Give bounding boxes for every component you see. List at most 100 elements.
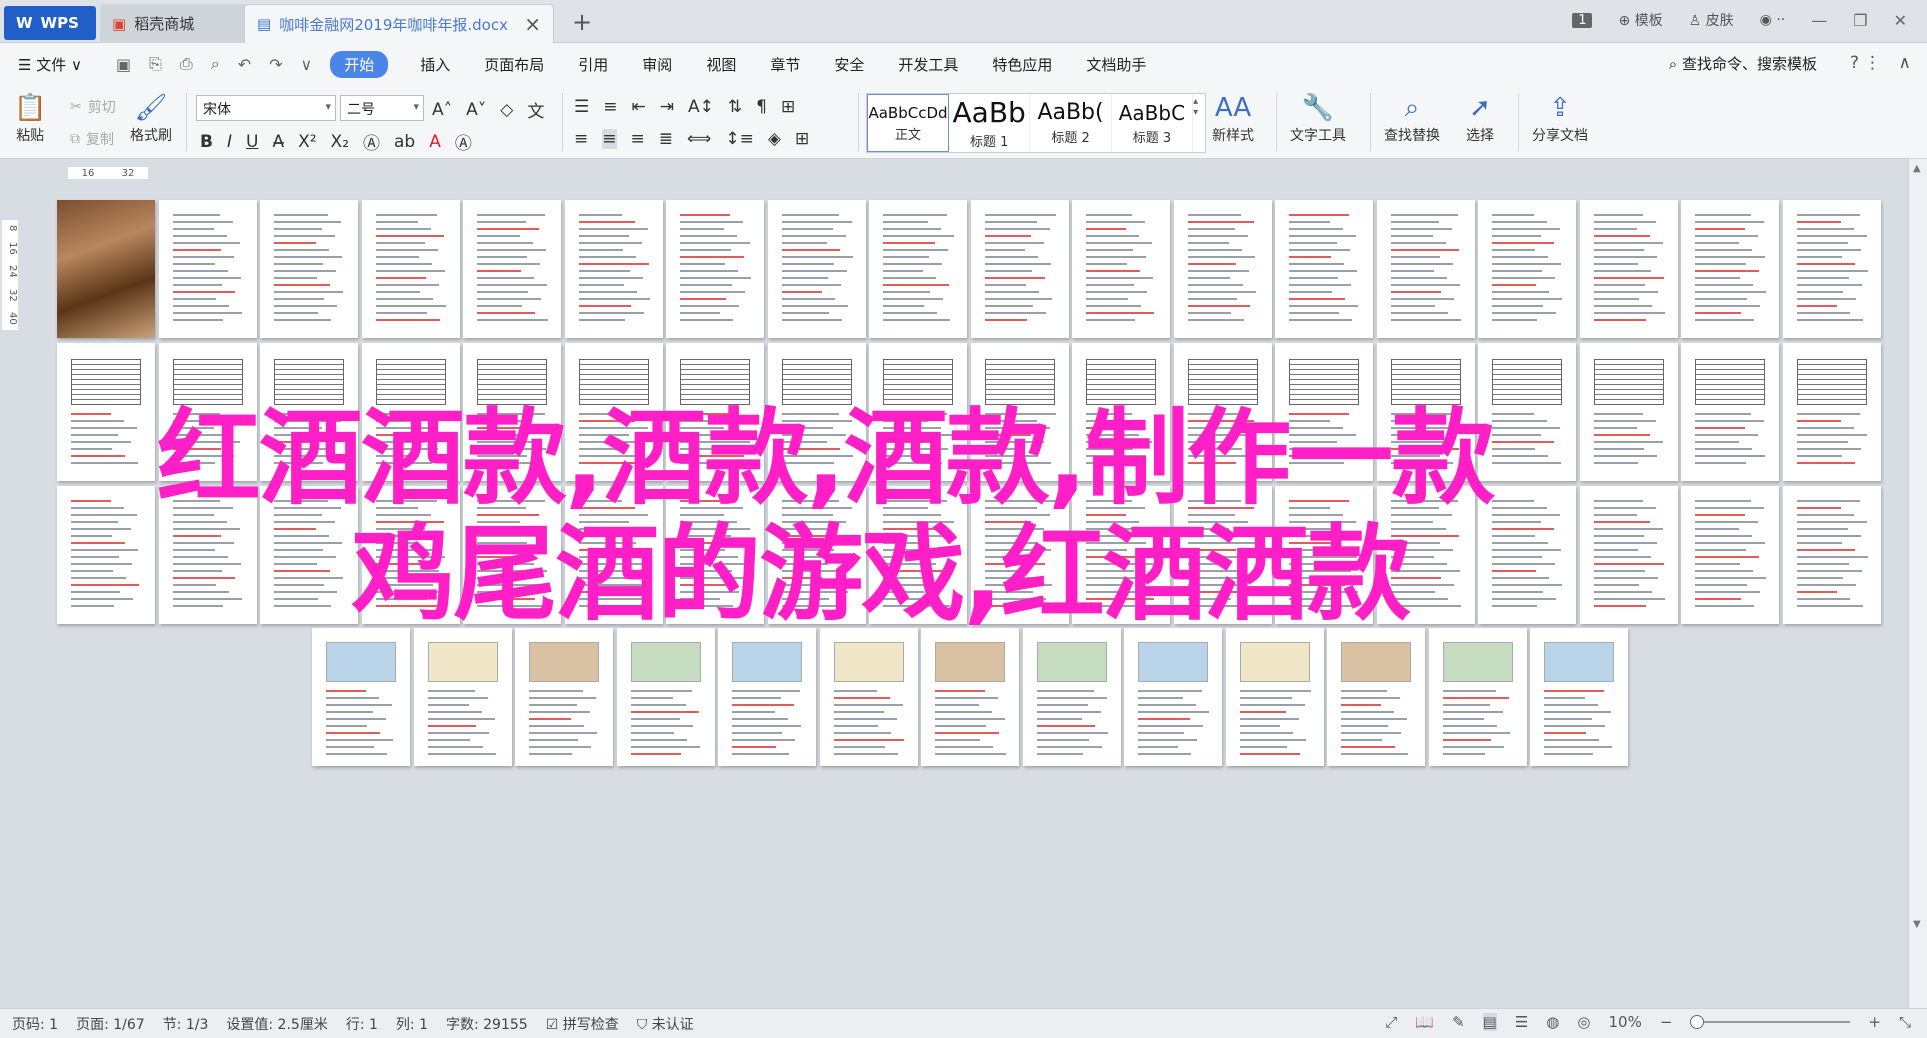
- page-thumbnail[interactable]: [1173, 200, 1272, 338]
- menu-item-references[interactable]: 引用: [578, 54, 608, 75]
- page-thumbnail[interactable]: [57, 200, 155, 338]
- more-options-icon[interactable]: ⋮: [1864, 53, 1881, 73]
- command-search[interactable]: ⌕ 查找命令、搜索模板: [1669, 53, 1817, 74]
- borders-icon[interactable]: ⊞: [795, 129, 809, 149]
- page-thumbnail[interactable]: [819, 628, 918, 766]
- file-menu[interactable]: ☰ 文件 ∨: [18, 54, 82, 75]
- menu-item-review[interactable]: 审阅: [642, 54, 672, 75]
- format-painter-button[interactable]: 🖌 格式刷: [130, 91, 172, 145]
- phonetic-icon[interactable]: 文: [527, 97, 544, 122]
- wps-tab[interactable]: W WPS: [4, 6, 96, 40]
- page-thumbnail[interactable]: [1275, 200, 1373, 338]
- page-thumbnail[interactable]: [869, 200, 967, 338]
- page-thumbnail[interactable]: [970, 200, 1069, 338]
- page-thumbnail[interactable]: [413, 628, 512, 766]
- bullets-icon[interactable]: ☰: [574, 97, 589, 117]
- style-heading-3[interactable]: AaBbC 标题 3: [1112, 94, 1194, 152]
- close-window-icon[interactable]: ✕: [1894, 11, 1907, 30]
- italic-icon[interactable]: I: [227, 132, 232, 152]
- page-thumbnail[interactable]: [1782, 343, 1881, 481]
- underline-icon[interactable]: U: [246, 132, 258, 152]
- numbering-icon[interactable]: ≡: [603, 97, 617, 117]
- close-tab-icon[interactable]: ×: [524, 12, 541, 36]
- page-thumbnail[interactable]: [564, 200, 663, 338]
- page-thumbnail[interactable]: [260, 200, 358, 338]
- status-pages[interactable]: 页面: 1/67: [76, 1014, 145, 1034]
- line-spacing-icon[interactable]: ↕≡: [725, 129, 754, 149]
- new-style-button[interactable]: AA 新样式: [1212, 91, 1254, 145]
- shading-icon[interactable]: ◈: [768, 129, 781, 149]
- fullscreen-icon[interactable]: ⤢: [1385, 1013, 1397, 1031]
- page-thumbnail[interactable]: [1530, 628, 1628, 766]
- page-thumbnail[interactable]: [312, 628, 410, 766]
- select-button[interactable]: ➚ 选择: [1466, 91, 1494, 145]
- align-center-icon[interactable]: ≡: [602, 129, 617, 149]
- menu-item-assistant[interactable]: 文档助手: [1086, 54, 1146, 75]
- bold-icon[interactable]: B: [200, 132, 213, 152]
- status-row[interactable]: 行: 1: [346, 1014, 378, 1034]
- menu-item-features[interactable]: 特色应用: [992, 54, 1052, 75]
- page-thumbnail[interactable]: [666, 200, 764, 338]
- page-thumbnail[interactable]: [158, 200, 257, 338]
- window-count-badge[interactable]: 1: [1572, 12, 1593, 28]
- minimize-icon[interactable]: —: [1811, 11, 1827, 30]
- outdent-icon[interactable]: ⇤: [632, 97, 646, 117]
- save-icon[interactable]: ▣: [116, 55, 131, 74]
- highlight-icon[interactable]: ab: [394, 132, 415, 152]
- font-color-icon[interactable]: A: [429, 132, 441, 152]
- page-thumbnail[interactable]: [1681, 343, 1779, 481]
- zoom-in-icon[interactable]: +: [1868, 1013, 1881, 1031]
- collapse-ribbon-icon[interactable]: ∧: [1899, 53, 1911, 73]
- status-setting[interactable]: 设置值: 2.5厘米: [226, 1014, 327, 1034]
- zoom-slider[interactable]: [1690, 1015, 1851, 1029]
- tabs-icon[interactable]: ⊞: [781, 97, 795, 117]
- clear-format-icon[interactable]: ◇: [500, 100, 513, 120]
- more-icon[interactable]: ∨: [301, 55, 313, 74]
- menu-item-layout[interactable]: 页面布局: [484, 54, 544, 75]
- status-words[interactable]: 字数: 29155: [446, 1014, 528, 1034]
- page-thumbnail[interactable]: [1022, 628, 1121, 766]
- document-tab[interactable]: ▤ 咖啡金融网2019年咖啡年报.docx ×: [244, 4, 554, 43]
- subscript-icon[interactable]: X₂: [331, 132, 349, 152]
- page-thumbnail[interactable]: [1072, 200, 1170, 338]
- copy-button[interactable]: ⧉ 复制: [70, 129, 114, 149]
- page-thumbnail[interactable]: [463, 200, 561, 338]
- page-thumbnail[interactable]: [921, 628, 1019, 766]
- page-thumbnail[interactable]: [1782, 200, 1881, 338]
- page-thumbnail[interactable]: [1782, 486, 1881, 624]
- redo-icon[interactable]: ↷: [269, 55, 282, 74]
- menu-item-view[interactable]: 视图: [706, 54, 736, 75]
- page-thumbnail[interactable]: [1124, 628, 1222, 766]
- page-thumbnail[interactable]: [1376, 200, 1475, 338]
- justify-icon[interactable]: ≣: [659, 129, 673, 149]
- share-button[interactable]: ⇪ 分享文档: [1532, 91, 1588, 145]
- page-thumbnail[interactable]: [1478, 200, 1576, 338]
- indent-icon[interactable]: ⇥: [660, 97, 674, 117]
- menu-item-devtools[interactable]: 开发工具: [898, 54, 958, 75]
- page-thumbnail[interactable]: [1225, 628, 1324, 766]
- web-view-icon[interactable]: ◍: [1546, 1013, 1559, 1031]
- style-heading-2[interactable]: AaBb( 标题 2: [1030, 94, 1112, 152]
- menu-item-security[interactable]: 安全: [834, 54, 864, 75]
- page-thumbnail[interactable]: [361, 200, 460, 338]
- font-size-select[interactable]: 二号: [340, 95, 424, 121]
- style-normal[interactable]: AaBbCcDd 正文: [867, 94, 949, 152]
- superscript-icon[interactable]: X²: [298, 132, 316, 152]
- status-col[interactable]: 列: 1: [396, 1014, 428, 1034]
- vertical-scrollbar[interactable]: ▲ ▼: [1908, 159, 1927, 1009]
- align-right-icon[interactable]: ≡: [631, 129, 645, 149]
- align-left-icon[interactable]: ≡: [574, 129, 588, 149]
- zoom-level[interactable]: 10%: [1608, 1013, 1641, 1031]
- paste-button[interactable]: 📋 粘贴: [14, 91, 46, 145]
- show-marks-icon[interactable]: ¶: [756, 97, 767, 117]
- font-select[interactable]: 宋体: [196, 95, 336, 121]
- page-thumbnail[interactable]: [1327, 628, 1425, 766]
- read-mode-icon[interactable]: 📖: [1415, 1013, 1434, 1031]
- page-thumbnail[interactable]: [1428, 628, 1527, 766]
- style-heading-1[interactable]: AaBb 标题 1: [949, 94, 1031, 152]
- start-tab[interactable]: 开始: [330, 50, 389, 78]
- scroll-down-icon[interactable]: ▼: [1913, 919, 1921, 930]
- chinese-layout-icon[interactable]: A↕: [688, 97, 714, 117]
- add-tab-icon[interactable]: +: [572, 8, 592, 36]
- text-tools-button[interactable]: 🔧 文字工具: [1290, 91, 1346, 145]
